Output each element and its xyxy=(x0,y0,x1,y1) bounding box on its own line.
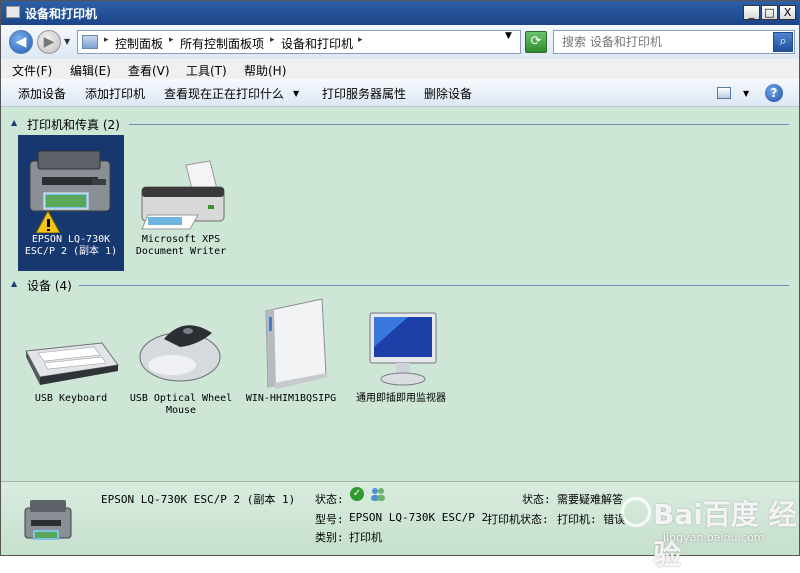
group-title-devices: 设备 (4) xyxy=(27,279,72,293)
keyboard-icon xyxy=(25,342,119,385)
title-bar[interactable]: 设备和打印机 _ □ X xyxy=(1,1,799,25)
baidu-watermark: Bai百度 经验 jingyan.baidu.com xyxy=(613,491,799,571)
view-options-dropdown[interactable]: ▼ xyxy=(743,89,749,98)
device-label: WIN-HHIM1BQSIPG xyxy=(245,393,337,404)
menu-edit[interactable]: 编辑(E) xyxy=(70,62,111,79)
device-usb-mouse[interactable]: USB Optical Wheel Mouse xyxy=(128,295,234,431)
printer-warning-icon xyxy=(29,150,111,233)
printer-icon xyxy=(24,500,72,540)
chevron-right-icon[interactable]: ▸ xyxy=(270,35,275,45)
device-computer[interactable]: WIN-HHIM1BQSIPG xyxy=(238,295,344,431)
mouse-icon xyxy=(139,325,221,382)
group-divider xyxy=(79,285,789,286)
details-printer-status-label: 打印机状态: xyxy=(487,513,549,526)
xps-printer-icon xyxy=(141,160,225,230)
collapse-triangle-icon[interactable]: ▲ xyxy=(11,118,17,127)
window-title: 设备和打印机 xyxy=(25,7,98,21)
menu-view[interactable]: 查看(V) xyxy=(128,62,170,79)
command-bar: 添加设备 添加打印机 查看现在正在打印什么 ▼ 打印服务器属性 删除设备 ▼ ? xyxy=(1,79,799,107)
devices-folder-icon xyxy=(6,6,20,18)
computer-tower-icon xyxy=(265,298,328,389)
check-ok-icon: ✓ xyxy=(350,487,364,501)
details-model-label: 型号: xyxy=(315,513,344,526)
device-xps-writer[interactable]: Microsoft XPS Document Writer xyxy=(128,135,234,271)
address-bar[interactable]: ▸ 控制面板 ▸ 所有控制面板项 ▸ 设备和打印机 ▸ xyxy=(77,30,521,54)
search-input[interactable] xyxy=(562,34,762,50)
menu-file[interactable]: 文件(F) xyxy=(12,62,52,79)
device-epson-printer[interactable]: EPSON LQ-730K ESC/P 2 (副本 1) xyxy=(18,135,124,271)
menu-tools[interactable]: 工具(T) xyxy=(186,62,227,79)
breadcrumb-devices-printers[interactable]: 设备和打印机 xyxy=(281,35,353,52)
recent-pages-dropdown[interactable]: ▼ xyxy=(64,37,70,46)
minimize-button[interactable]: _ xyxy=(743,5,760,20)
details-model-value: EPSON LQ-730K ESC/P 2 xyxy=(349,511,489,524)
device-label: EPSON LQ-730K ESC/P 2 (副本 1) xyxy=(24,234,118,257)
shared-users-icon xyxy=(371,488,385,501)
maximize-button[interactable]: □ xyxy=(761,5,778,20)
group-header-printers[interactable]: ▲ 打印机和传真 (2) xyxy=(1,115,799,133)
see-whats-printing-button[interactable]: 查看现在正在打印什么 xyxy=(164,85,284,102)
breadcrumb-all-items[interactable]: 所有控制面板项 xyxy=(180,35,264,52)
search-icon[interactable]: ⌕ xyxy=(773,32,793,52)
chevron-right-icon[interactable]: ▸ xyxy=(169,35,174,45)
close-button[interactable]: X xyxy=(779,5,796,20)
details-category-label: 类别: xyxy=(315,531,344,544)
device-usb-keyboard[interactable]: USB Keyboard xyxy=(18,295,124,431)
add-device-button[interactable]: 添加设备 xyxy=(18,85,66,102)
chevron-right-icon[interactable]: ▸ xyxy=(104,35,109,45)
remove-device-button[interactable]: 删除设备 xyxy=(424,85,472,102)
watermark-url: jingyan.baidu.com xyxy=(663,531,765,544)
breadcrumb-control-panel[interactable]: 控制面板 xyxy=(115,35,163,52)
menu-bar: 文件(F) 编辑(E) 查看(V) 工具(T) 帮助(H) xyxy=(1,59,799,79)
print-server-properties-button[interactable]: 打印服务器属性 xyxy=(322,85,406,102)
back-button[interactable]: ◀ xyxy=(9,30,33,54)
menu-help[interactable]: 帮助(H) xyxy=(244,62,286,79)
search-box[interactable]: ⌕ xyxy=(553,30,795,54)
device-label: 通用即插即用监视器 xyxy=(356,393,446,404)
add-printer-button[interactable]: 添加打印机 xyxy=(85,85,145,102)
device-label: Microsoft XPS Document Writer xyxy=(135,234,227,257)
address-history-dropdown[interactable]: ▼ xyxy=(505,31,512,41)
refresh-button[interactable]: ⟳ xyxy=(525,31,547,53)
control-panel-icon xyxy=(82,35,98,49)
details-right-status-label: 状态: xyxy=(522,493,551,506)
forward-button[interactable]: ▶ xyxy=(37,30,61,54)
help-icon[interactable]: ? xyxy=(765,84,783,102)
details-status-label: 状态: xyxy=(315,493,344,506)
devices-content-area[interactable]: ▲ 打印机和传真 (2) EPSON LQ-730K ESC/P 2 (副本 1… xyxy=(1,107,799,481)
device-label: USB Optical Wheel Mouse xyxy=(129,393,233,416)
navigation-bar: ◀ ▶ ▼ ▸ 控制面板 ▸ 所有控制面板项 ▸ 设备和打印机 ▸ ▼ ⟳ ⌕ xyxy=(1,25,799,59)
explorer-window: 设备和打印机 _ □ X ◀ ▶ ▼ ▸ 控制面板 ▸ 所有控制面板项 ▸ 设备… xyxy=(0,0,800,571)
group-title-printers: 打印机和传真 (2) xyxy=(27,118,120,132)
baidu-paw-logo xyxy=(621,497,651,527)
monitor-icon xyxy=(369,312,437,386)
group-divider xyxy=(129,124,789,125)
change-view-button[interactable] xyxy=(717,87,731,99)
chevron-right-icon[interactable]: ▸ xyxy=(358,35,363,45)
details-category-value: 打印机 xyxy=(349,531,382,544)
group-header-devices[interactable]: ▲ 设备 (4) xyxy=(1,276,799,294)
see-whats-printing-dropdown[interactable]: ▼ xyxy=(293,89,299,98)
device-label: USB Keyboard xyxy=(34,393,108,404)
device-monitor[interactable]: 通用即插即用监视器 xyxy=(348,295,454,431)
collapse-triangle-icon[interactable]: ▲ xyxy=(11,279,17,288)
details-device-name: EPSON LQ-730K ESC/P 2 (副本 1) xyxy=(101,493,296,506)
